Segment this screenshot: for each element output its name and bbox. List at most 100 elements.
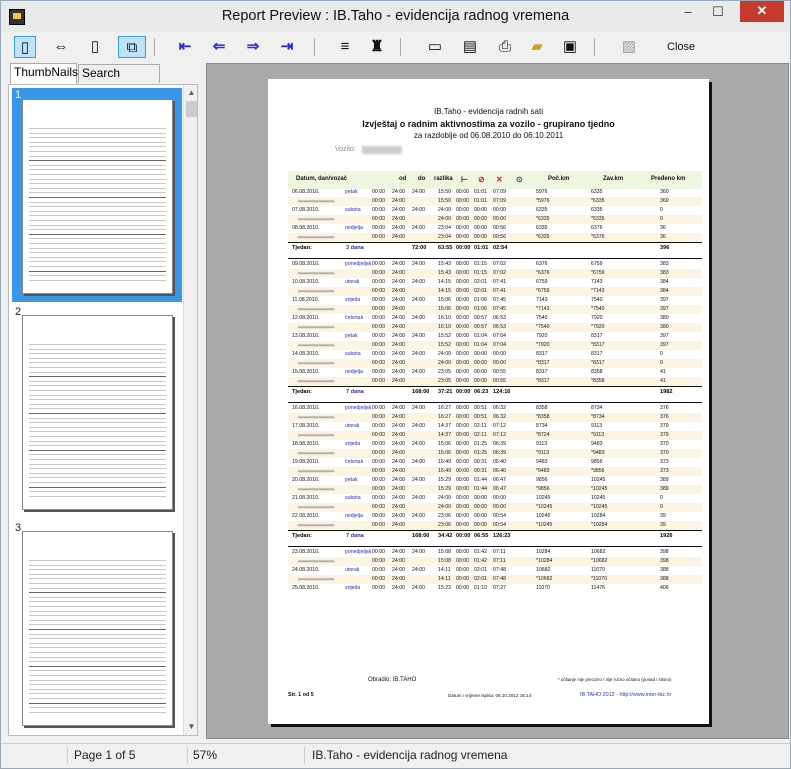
cell-h: 00:00 [474,234,487,240]
cell-h: 01:10 [474,585,487,591]
print-icon[interactable]: ⎙ [494,36,516,58]
save-icon[interactable]: ▣ [559,36,581,58]
cell-g: 00:00 [456,333,469,339]
cell-j: 8317 [536,351,548,357]
thumbnail-page-2[interactable] [22,315,173,510]
driver-name-redacted: ▬▬▬▬▬▬▬ [298,360,335,366]
cell-i: 07:48 [493,567,506,573]
close-button[interactable]: Close [667,41,695,53]
cell-l: 0 [660,360,663,366]
thumbnail-line [29,380,166,382]
cell-b: subota [345,351,361,357]
previous-page-icon[interactable]: ⇐ [208,36,230,58]
availability-icon: ⊘ [478,175,485,184]
thumbnail-line [29,385,166,387]
cell-f: 23:04 [438,225,451,231]
thumbnail-line [29,371,166,373]
cell-l: 370 [660,450,669,456]
cell-h: 00:00 [474,207,487,213]
driver-name-redacted: ▬▬▬▬▬▬▬ [298,504,335,510]
cell-l: 397 [660,342,669,348]
table-row: 00:00 24:00 14:15 00:00 02:01 07:41 *6759 *7143… [288,287,702,296]
scroll-down-icon[interactable]: ▼ [184,719,197,734]
find-icon[interactable]: ♜ [366,36,388,58]
scroll-up-icon[interactable]: ▲ [184,85,197,100]
cell-h: 00:31 [474,459,487,465]
cell-e: 24:00 [412,369,425,375]
cell-i: 00:56 [493,225,506,231]
single-page-icon[interactable]: ▯ [14,36,36,58]
tab-search-results[interactable]: Search Results [78,64,160,97]
cell-k: 9856 [591,459,603,465]
cell-b: ponedjeljak [345,261,372,267]
cell-k: *9113 [591,432,605,438]
cell-l: 376 [660,414,669,420]
table-row: 21.08.2010. subota 00:00 24:00 24:00 24:00 00:… [288,494,702,503]
thumbnail-page-3[interactable] [22,531,173,726]
minimize-button[interactable]: – [674,2,702,22]
week-e: 72:00 [412,245,427,251]
cell-i: 07:45 [493,297,506,303]
cell-d: 24:00 [392,459,405,465]
print-setup-icon[interactable]: ▤ [459,36,481,58]
full-page-icon[interactable]: ▯ [84,36,106,58]
cell-f: 14:15 [438,288,451,294]
cell-h: 02:01 [474,288,487,294]
thumbnail-page-1[interactable] [22,99,173,294]
next-page-icon[interactable]: ⇒ [242,36,264,58]
open-folder-icon[interactable]: ▰ [526,36,548,58]
page-width-icon[interactable]: ⇔ [50,36,72,58]
cell-j: *6759 [536,288,550,294]
week-summary-row: Tjedan: 3 dana 72:00 63:55 00:00 01:01 02:54 39… [288,242,702,253]
cell-j: *9113 [536,450,550,456]
go-to-page-icon[interactable]: ≡ [334,36,356,58]
thumbnail-scrollbar[interactable]: ▲ ▼ [183,85,197,735]
col-distance: Pređeno km [651,176,686,182]
cell-j: 5976 [536,189,548,195]
table-row: 10.08.2010. utorak 00:00 24:00 24:00 14:15 00:… [288,278,702,287]
cell-i: 00:00 [493,207,506,213]
first-page-icon[interactable]: ⇤ [174,36,196,58]
col-date: Datum, dan/vozač [296,176,348,182]
cell-f: 23:04 [438,234,451,240]
thumbnail-line [29,206,166,208]
table-row: 00:00 24:00 24:00 00:00 00:00 00:00 *10245 *102… [288,503,702,512]
cell-j: *6376 [536,270,550,276]
thumbnail-line [29,376,166,378]
cell-g: 00:00 [456,351,469,357]
cell-h: 01:25 [474,450,487,456]
cell-d: 24:00 [392,495,405,501]
page-setup-icon[interactable]: ▭ [424,36,446,58]
cell-j: 8358 [536,405,548,411]
cell-l: 36 [660,225,666,231]
maximize-button[interactable]: ☐ [704,2,732,22]
week-g: 00:00 [456,533,471,539]
week-g: 00:00 [456,389,471,395]
cell-d: 24:00 [392,198,405,204]
report-page: IB.Taho - evidencija radnih sati Izvješt… [268,79,709,724]
cell-k: 8358 [591,369,603,375]
cell-i: 06:53 [493,324,506,330]
thumbnail-line [29,642,166,644]
brand-link[interactable]: IB.TAHO 2012 - http://www.inter-biz.hr [580,692,671,698]
cell-i: 07:04 [493,342,506,348]
scroll-thumb[interactable] [186,101,197,117]
cell-i: 07:11 [493,558,506,564]
thumbnail-line [29,482,166,483]
cell-f: 24:00 [438,360,451,366]
cell-k: 9113 [591,423,603,429]
thumbnail-line [29,486,166,488]
toolbar-separator [400,38,401,56]
thumbnail-line [29,408,166,410]
cell-j: 10284 [536,549,551,555]
tab-thumbnails[interactable]: ThumbNails [10,63,78,84]
multi-page-icon[interactable]: ⧉ [118,36,146,58]
last-page-icon[interactable]: ⇥ [276,36,298,58]
col-diff: razlika [434,176,453,182]
cell-f: 14:37 [438,432,451,438]
close-window-button[interactable]: ✕ [740,1,784,22]
cell-i: 06:32 [493,405,506,411]
export-icon[interactable]: ▨ [618,36,640,58]
thumbnail-list: 1 2 3 ▲ ▼ [8,84,198,736]
cell-c: 00:00 [372,576,385,582]
